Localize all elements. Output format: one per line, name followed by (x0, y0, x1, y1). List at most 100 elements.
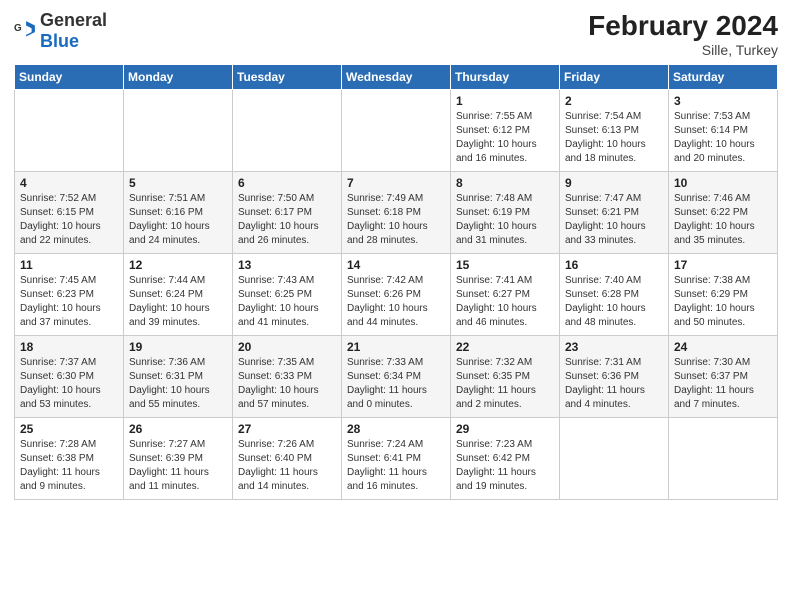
logo-text: General Blue (40, 10, 107, 52)
day-info: Sunrise: 7:46 AM Sunset: 6:22 PM Dayligh… (674, 192, 772, 248)
day-info: Sunrise: 7:53 AM Sunset: 6:14 PM Dayligh… (674, 110, 772, 166)
col-tuesday: Tuesday (233, 65, 342, 90)
day-info: Sunrise: 7:37 AM Sunset: 6:30 PM Dayligh… (20, 356, 118, 412)
calendar-cell: 14 Sunrise: 7:42 AM Sunset: 6:26 PM Dayli… (342, 254, 451, 336)
calendar-table: Sunday Monday Tuesday Wednesday Thursday… (14, 64, 778, 500)
calendar-cell: 25 Sunrise: 7:28 AM Sunset: 6:38 PM Dayli… (15, 418, 124, 500)
day-info: Sunrise: 7:49 AM Sunset: 6:18 PM Dayligh… (347, 192, 445, 248)
day-number: 25 (20, 422, 118, 436)
day-number: 7 (347, 176, 445, 190)
location: Sille, Turkey (588, 42, 778, 58)
day-number: 9 (565, 176, 663, 190)
header-row: Sunday Monday Tuesday Wednesday Thursday… (15, 65, 778, 90)
day-number: 2 (565, 94, 663, 108)
month-year: February 2024 (588, 10, 778, 42)
day-info: Sunrise: 7:44 AM Sunset: 6:24 PM Dayligh… (129, 274, 227, 330)
calendar-cell: 2 Sunrise: 7:54 AM Sunset: 6:13 PM Daylig… (560, 90, 669, 172)
day-number: 21 (347, 340, 445, 354)
day-number: 16 (565, 258, 663, 272)
calendar-cell: 19Sunrise: 7:36 AM Sunset: 6:31 PM Dayli… (124, 336, 233, 418)
day-info: Sunrise: 7:50 AM Sunset: 6:17 PM Dayligh… (238, 192, 336, 248)
day-info: Sunrise: 7:43 AM Sunset: 6:25 PM Dayligh… (238, 274, 336, 330)
calendar-cell: 27 Sunrise: 7:26 AM Sunset: 6:40 PM Dayli… (233, 418, 342, 500)
day-info: Sunrise: 7:26 AM Sunset: 6:40 PM Dayligh… (238, 438, 336, 494)
calendar-cell: 7 Sunrise: 7:49 AM Sunset: 6:18 PM Daylig… (342, 172, 451, 254)
col-wednesday: Wednesday (342, 65, 451, 90)
calendar-cell: 26Sunrise: 7:27 AM Sunset: 6:39 PM Dayli… (124, 418, 233, 500)
day-number: 15 (456, 258, 554, 272)
day-info: Sunrise: 7:35 AM Sunset: 6:33 PM Dayligh… (238, 356, 336, 412)
calendar-body: 1 Sunrise: 7:55 AM Sunset: 6:12 PM Daylig… (15, 90, 778, 500)
day-number: 8 (456, 176, 554, 190)
calendar-cell (233, 90, 342, 172)
day-info: Sunrise: 7:23 AM Sunset: 6:42 PM Dayligh… (456, 438, 554, 494)
logo-icon: G (14, 20, 36, 42)
day-info: Sunrise: 7:24 AM Sunset: 6:41 PM Dayligh… (347, 438, 445, 494)
day-info: Sunrise: 7:40 AM Sunset: 6:28 PM Dayligh… (565, 274, 663, 330)
col-saturday: Saturday (669, 65, 778, 90)
calendar-cell: 15 Sunrise: 7:41 AM Sunset: 6:27 PM Dayli… (451, 254, 560, 336)
day-number: 11 (20, 258, 118, 272)
day-number: 13 (238, 258, 336, 272)
calendar-cell (124, 90, 233, 172)
calendar-cell: 9 Sunrise: 7:47 AM Sunset: 6:21 PM Daylig… (560, 172, 669, 254)
logo-general: General (40, 10, 107, 30)
day-info: Sunrise: 7:48 AM Sunset: 6:19 PM Dayligh… (456, 192, 554, 248)
calendar-week-row: 1 Sunrise: 7:55 AM Sunset: 6:12 PM Daylig… (15, 90, 778, 172)
day-info: Sunrise: 7:31 AM Sunset: 6:36 PM Dayligh… (565, 356, 663, 412)
day-info: Sunrise: 7:42 AM Sunset: 6:26 PM Dayligh… (347, 274, 445, 330)
calendar-cell: 21 Sunrise: 7:33 AM Sunset: 6:34 PM Dayli… (342, 336, 451, 418)
calendar-week-row: 18 Sunrise: 7:37 AM Sunset: 6:30 PM Dayli… (15, 336, 778, 418)
day-info: Sunrise: 7:47 AM Sunset: 6:21 PM Dayligh… (565, 192, 663, 248)
calendar-week-row: 11 Sunrise: 7:45 AM Sunset: 6:23 PM Dayli… (15, 254, 778, 336)
day-info: Sunrise: 7:38 AM Sunset: 6:29 PM Dayligh… (674, 274, 772, 330)
day-number: 17 (674, 258, 772, 272)
calendar-cell: 3Sunrise: 7:53 AM Sunset: 6:14 PM Daylig… (669, 90, 778, 172)
day-number: 29 (456, 422, 554, 436)
col-friday: Friday (560, 65, 669, 90)
calendar-cell (15, 90, 124, 172)
svg-text:G: G (14, 23, 22, 34)
day-info: Sunrise: 7:51 AM Sunset: 6:16 PM Dayligh… (129, 192, 227, 248)
day-info: Sunrise: 7:30 AM Sunset: 6:37 PM Dayligh… (674, 356, 772, 412)
day-number: 24 (674, 340, 772, 354)
calendar-cell: 18 Sunrise: 7:37 AM Sunset: 6:30 PM Dayli… (15, 336, 124, 418)
day-info: Sunrise: 7:54 AM Sunset: 6:13 PM Dayligh… (565, 110, 663, 166)
calendar-cell: 17 Sunrise: 7:38 AM Sunset: 6:29 PM Dayli… (669, 254, 778, 336)
day-info: Sunrise: 7:55 AM Sunset: 6:12 PM Dayligh… (456, 110, 554, 166)
day-info: Sunrise: 7:32 AM Sunset: 6:35 PM Dayligh… (456, 356, 554, 412)
day-number: 18 (20, 340, 118, 354)
day-info: Sunrise: 7:33 AM Sunset: 6:34 PM Dayligh… (347, 356, 445, 412)
header: G General Blue February 2024 Sille, Turk… (14, 10, 778, 58)
day-number: 5 (129, 176, 227, 190)
day-number: 1 (456, 94, 554, 108)
calendar-cell: 4Sunrise: 7:52 AM Sunset: 6:15 PM Daylig… (15, 172, 124, 254)
calendar-cell: 20Sunrise: 7:35 AM Sunset: 6:33 PM Dayli… (233, 336, 342, 418)
day-number: 14 (347, 258, 445, 272)
calendar-cell: 13 Sunrise: 7:43 AM Sunset: 6:25 PM Dayli… (233, 254, 342, 336)
day-number: 10 (674, 176, 772, 190)
day-number: 23 (565, 340, 663, 354)
calendar-cell: 6Sunrise: 7:50 AM Sunset: 6:17 PM Daylig… (233, 172, 342, 254)
calendar-header: Sunday Monday Tuesday Wednesday Thursday… (15, 65, 778, 90)
calendar-cell: 1 Sunrise: 7:55 AM Sunset: 6:12 PM Daylig… (451, 90, 560, 172)
day-info: Sunrise: 7:41 AM Sunset: 6:27 PM Dayligh… (456, 274, 554, 330)
logo-blue: Blue (40, 31, 79, 51)
calendar-cell: 29 Sunrise: 7:23 AM Sunset: 6:42 PM Dayli… (451, 418, 560, 500)
calendar-cell: 24 Sunrise: 7:30 AM Sunset: 6:37 PM Dayli… (669, 336, 778, 418)
calendar-cell: 22 Sunrise: 7:32 AM Sunset: 6:35 PM Dayli… (451, 336, 560, 418)
col-sunday: Sunday (15, 65, 124, 90)
col-thursday: Thursday (451, 65, 560, 90)
day-number: 22 (456, 340, 554, 354)
calendar-cell: 28Sunrise: 7:24 AM Sunset: 6:41 PM Dayli… (342, 418, 451, 500)
calendar-cell: 5 Sunrise: 7:51 AM Sunset: 6:16 PM Daylig… (124, 172, 233, 254)
logo: G General Blue (14, 10, 107, 52)
day-info: Sunrise: 7:28 AM Sunset: 6:38 PM Dayligh… (20, 438, 118, 494)
day-number: 12 (129, 258, 227, 272)
day-number: 27 (238, 422, 336, 436)
calendar-week-row: 4Sunrise: 7:52 AM Sunset: 6:15 PM Daylig… (15, 172, 778, 254)
day-info: Sunrise: 7:45 AM Sunset: 6:23 PM Dayligh… (20, 274, 118, 330)
day-info: Sunrise: 7:36 AM Sunset: 6:31 PM Dayligh… (129, 356, 227, 412)
page-container: G General Blue February 2024 Sille, Turk… (0, 0, 792, 510)
calendar-cell: 16 Sunrise: 7:40 AM Sunset: 6:28 PM Dayli… (560, 254, 669, 336)
